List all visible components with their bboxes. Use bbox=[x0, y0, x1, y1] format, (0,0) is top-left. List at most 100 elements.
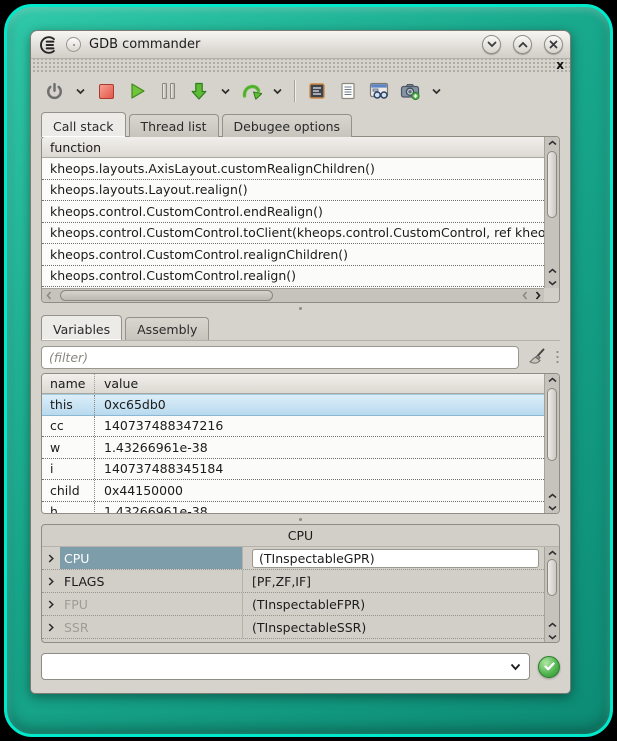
power-dropdown-button[interactable] bbox=[74, 80, 86, 102]
tab-call-stack[interactable]: Call stack bbox=[41, 112, 126, 137]
scroll-down-button[interactable] bbox=[545, 631, 559, 642]
callstack-frame-row[interactable]: kheops.control.CustomControl.realign() bbox=[42, 266, 544, 288]
scrollbar-track[interactable] bbox=[545, 149, 559, 265]
clear-filter-button[interactable] bbox=[525, 345, 549, 369]
register-value[interactable]: [PF,ZF,IF] bbox=[242, 570, 544, 592]
variables-vertical-scrollbar[interactable] bbox=[544, 374, 559, 513]
variables-header-row[interactable]: name value bbox=[42, 374, 544, 394]
tab-debugee-options[interactable]: Debugee options bbox=[222, 114, 353, 137]
callstack-column-header[interactable]: function bbox=[42, 137, 544, 158]
filter-input[interactable] bbox=[41, 346, 519, 369]
cpu-row[interactable]: FLAGS [PF,ZF,IF] bbox=[42, 570, 544, 593]
variable-row[interactable]: cc 140737488347216 bbox=[42, 416, 544, 438]
chevron-up-icon bbox=[548, 140, 557, 146]
register-name[interactable]: FLAGS bbox=[60, 570, 242, 592]
column-header-value[interactable]: value bbox=[94, 374, 544, 393]
register-value-field[interactable]: (TInspectableGPR) bbox=[252, 549, 539, 568]
variable-value: 140737488347216 bbox=[94, 416, 544, 437]
variable-name: this bbox=[42, 397, 94, 412]
callstack-frame-row[interactable]: kheops.control.CustomControl.toClient(kh… bbox=[42, 223, 544, 245]
scrollbar-track[interactable] bbox=[545, 559, 559, 619]
scrollbar-thumb[interactable] bbox=[60, 290, 273, 301]
register-value[interactable]: (TInspectableFPR) bbox=[242, 593, 544, 615]
callstack-frame-row[interactable]: kheops.layouts.Layout.realign() bbox=[42, 180, 544, 202]
window-menu-button[interactable] bbox=[66, 37, 81, 52]
cpu-view-button[interactable] bbox=[306, 80, 328, 102]
scroll-up-button[interactable] bbox=[545, 490, 559, 502]
horizontal-splitter[interactable] bbox=[31, 303, 570, 313]
chevron-left-icon bbox=[522, 291, 528, 300]
scroll-left-button[interactable] bbox=[519, 289, 531, 302]
chevron-down-icon bbox=[273, 88, 282, 95]
scroll-up-button[interactable] bbox=[545, 265, 559, 277]
register-name[interactable]: FPU bbox=[60, 593, 242, 615]
send-command-button[interactable] bbox=[538, 656, 560, 678]
register-name[interactable]: CPU bbox=[60, 547, 242, 569]
run-button[interactable] bbox=[126, 80, 148, 102]
panel-grip[interactable] bbox=[555, 349, 560, 365]
step-over-dropdown-button[interactable] bbox=[271, 80, 283, 102]
variable-row[interactable]: i 140737488345184 bbox=[42, 459, 544, 481]
expand-button[interactable] bbox=[42, 570, 60, 592]
power-button[interactable] bbox=[43, 80, 65, 102]
maximize-button[interactable] bbox=[513, 35, 532, 54]
cpu-row[interactable]: SSR (TInspectableSSR) bbox=[42, 616, 544, 639]
scroll-down-button[interactable] bbox=[545, 277, 559, 288]
dock-drag-handle[interactable]: x bbox=[31, 59, 570, 72]
scroll-up-button[interactable] bbox=[545, 374, 559, 386]
watch-button[interactable] bbox=[368, 80, 390, 102]
scrollbar-thumb[interactable] bbox=[547, 151, 557, 218]
scroll-left-button[interactable] bbox=[42, 289, 56, 302]
horizontal-splitter[interactable] bbox=[31, 514, 570, 524]
chevron-up-icon bbox=[548, 550, 557, 556]
snapshot-dropdown-button[interactable] bbox=[430, 80, 442, 102]
register-name[interactable]: SSR bbox=[60, 616, 242, 638]
scroll-up-button[interactable] bbox=[545, 547, 559, 559]
variable-row[interactable]: this 0xc65db0 bbox=[42, 394, 544, 416]
callstack-vertical-scrollbar[interactable] bbox=[544, 137, 559, 288]
scroll-up-button[interactable] bbox=[545, 619, 559, 631]
step-over-button[interactable] bbox=[240, 80, 262, 102]
scrollbar-thumb[interactable] bbox=[547, 559, 557, 596]
tab-assembly[interactable]: Assembly bbox=[125, 317, 209, 340]
scrollbar-track[interactable] bbox=[56, 289, 519, 302]
cpu-group-title: CPU bbox=[42, 525, 559, 546]
tab-variables[interactable]: Variables bbox=[41, 315, 122, 340]
scroll-down-button[interactable] bbox=[545, 502, 559, 513]
cpu-row[interactable]: FPU (TInspectableFPR) bbox=[42, 593, 544, 616]
stop-button[interactable] bbox=[95, 80, 117, 102]
step-into-dropdown-button[interactable] bbox=[219, 80, 231, 102]
close-button[interactable] bbox=[544, 35, 563, 54]
variable-row[interactable]: w 1.43266961e-38 bbox=[42, 437, 544, 459]
callstack-horizontal-scrollbar[interactable] bbox=[42, 288, 544, 302]
cpu-row[interactable]: CPU (TInspectableGPR) bbox=[42, 547, 544, 570]
expand-button[interactable] bbox=[42, 593, 60, 615]
chevron-down-icon bbox=[221, 88, 230, 95]
scrollbar-thumb[interactable] bbox=[547, 388, 557, 461]
scrollbar-track[interactable] bbox=[545, 386, 559, 490]
pause-button[interactable] bbox=[157, 80, 179, 102]
expand-button[interactable] bbox=[42, 547, 60, 569]
window-title: GDB commander bbox=[89, 37, 200, 52]
scroll-right-button[interactable] bbox=[531, 289, 544, 302]
variable-row[interactable]: h 1.43266961e-38 bbox=[42, 502, 544, 514]
cpu-vertical-scrollbar[interactable] bbox=[544, 547, 559, 642]
chevron-up-icon bbox=[548, 377, 557, 383]
callstack-frame-row[interactable]: kheops.control.CustomControl.realignChil… bbox=[42, 244, 544, 266]
register-value[interactable]: (TInspectableSSR) bbox=[242, 616, 544, 638]
minimize-button[interactable] bbox=[482, 35, 501, 54]
tab-thread-list[interactable]: Thread list bbox=[129, 114, 219, 137]
chevron-down-icon bbox=[76, 88, 85, 95]
step-into-button[interactable] bbox=[188, 80, 210, 102]
snapshot-button[interactable] bbox=[399, 80, 421, 102]
variable-row[interactable]: child 0x44150000 bbox=[42, 480, 544, 502]
step-into-icon bbox=[189, 81, 209, 101]
callstack-frame-row[interactable]: kheops.control.CustomControl.endRealign(… bbox=[42, 201, 544, 223]
dock-close-button[interactable]: x bbox=[556, 58, 564, 72]
callstack-frame-row[interactable]: kheops.layouts.AxisLayout.customRealignC… bbox=[42, 158, 544, 180]
expand-button[interactable] bbox=[42, 616, 60, 638]
command-combobox[interactable] bbox=[41, 653, 530, 680]
scroll-up-button[interactable] bbox=[545, 137, 559, 149]
list-view-button[interactable] bbox=[337, 80, 359, 102]
column-header-name[interactable]: name bbox=[42, 376, 94, 391]
